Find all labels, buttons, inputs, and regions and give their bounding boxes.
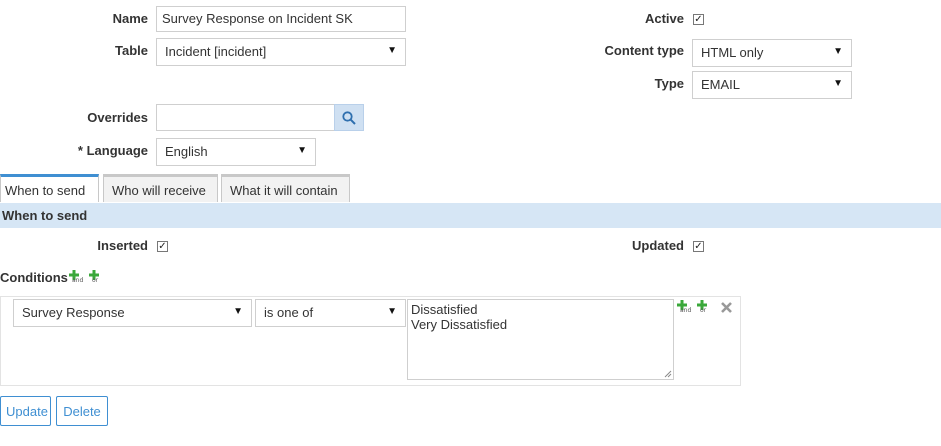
tab-when-to-send[interactable]: When to send — [0, 174, 99, 202]
content-type-label: Content type — [604, 43, 684, 58]
language-label-group: * Language — [50, 143, 148, 158]
chevron-down-icon: ▼ — [833, 78, 843, 89]
chevron-down-icon: ▼ — [387, 45, 397, 56]
active-label: Active — [644, 11, 684, 26]
chevron-down-icon: ▼ — [233, 306, 243, 317]
updated-checkbox[interactable]: ✓ — [693, 241, 704, 252]
overrides-input[interactable] — [156, 104, 336, 131]
and-text: and — [680, 307, 692, 314]
conditions-label: Conditions — [0, 270, 68, 285]
required-marker: * — [77, 143, 83, 158]
inserted-checkbox[interactable]: ✓ — [157, 241, 168, 252]
condition-value-item: Very Dissatisfied — [411, 317, 508, 332]
checkmark-icon: ✓ — [694, 240, 703, 252]
table-label: Table — [115, 43, 148, 58]
updated-label: Updated — [632, 238, 684, 253]
table-select[interactable]: Incident [incident] ▼ — [156, 38, 406, 66]
tab-who-will-receive[interactable]: Who will receive — [103, 174, 218, 202]
type-label: Type — [654, 76, 684, 91]
update-button[interactable]: Update — [0, 396, 51, 426]
language-label: Language — [86, 143, 148, 158]
remove-condition-icon[interactable] — [720, 301, 733, 314]
name-field[interactable]: Survey Response on Incident SK — [156, 6, 406, 32]
condition-values-textarea[interactable]: Dissatisfied Very Dissatisfied — [407, 299, 674, 380]
language-select[interactable]: English ▼ — [156, 138, 316, 166]
condition-operator-select[interactable]: is one of ▼ — [255, 299, 406, 327]
checkmark-icon: ✓ — [694, 13, 703, 25]
overrides-label: Overrides — [87, 110, 148, 125]
condition-field-select[interactable]: Survey Response ▼ — [13, 299, 252, 327]
content-type-select[interactable]: HTML only ▼ — [692, 39, 852, 67]
add-or-condition-icon[interactable]: or — [89, 270, 103, 286]
checkmark-icon: ✓ — [158, 240, 167, 252]
type-select[interactable]: EMAIL ▼ — [692, 71, 852, 99]
section-header: When to send — [0, 203, 941, 228]
search-icon — [342, 110, 356, 125]
active-checkbox[interactable]: ✓ — [693, 14, 704, 25]
and-text: and — [72, 277, 84, 284]
overrides-search-button[interactable] — [334, 104, 364, 131]
add-and-condition-icon[interactable]: and — [69, 270, 83, 286]
delete-button[interactable]: Delete — [56, 396, 108, 426]
resize-handle-icon[interactable] — [664, 370, 672, 378]
type-value: EMAIL — [701, 77, 741, 92]
condition-field-value: Survey Response — [22, 305, 125, 320]
chevron-down-icon: ▼ — [833, 46, 843, 57]
condition-value-item: Dissatisfied — [411, 302, 478, 317]
name-label: Name — [112, 11, 148, 26]
tab-what-it-will-contain[interactable]: What it will contain — [221, 174, 350, 202]
table-select-value: Incident [incident] — [165, 44, 267, 59]
condition-operator-value: is one of — [264, 305, 314, 320]
inserted-label: Inserted — [97, 238, 148, 253]
chevron-down-icon: ▼ — [297, 145, 307, 156]
section-title: When to send — [2, 208, 88, 223]
or-text: or — [92, 277, 99, 284]
add-and-condition-icon[interactable]: and — [677, 300, 691, 316]
content-type-value: HTML only — [701, 45, 764, 60]
language-value: English — [165, 144, 208, 159]
or-text: or — [700, 307, 707, 314]
add-or-condition-icon[interactable]: or — [697, 300, 711, 316]
chevron-down-icon: ▼ — [387, 306, 397, 317]
